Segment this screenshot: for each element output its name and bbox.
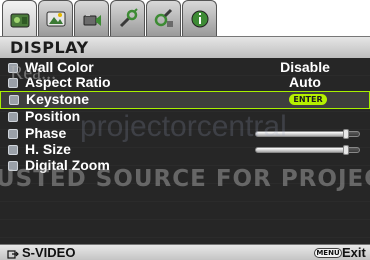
display-menu-icon <box>10 13 29 27</box>
menu-item-phase[interactable]: Phase <box>0 125 370 142</box>
menu-item-digital-zoom[interactable]: Digital Zoom <box>0 157 370 174</box>
phase-slider-knob[interactable] <box>343 129 350 139</box>
tab-setup[interactable] <box>110 0 145 36</box>
menu-panel: Wall Color Disable Aspect Ratio Auto Key… <box>0 58 370 244</box>
tab-display[interactable] <box>2 0 37 38</box>
tab-source[interactable] <box>74 0 109 36</box>
menu-item-position[interactable]: Position <box>0 108 370 125</box>
aspect-ratio-icon <box>8 78 18 88</box>
aspect-ratio-value[interactable]: Auto <box>255 74 355 90</box>
tab-picture[interactable] <box>38 0 73 36</box>
position-icon <box>8 112 18 122</box>
menu-item-label: H. Size <box>25 141 71 157</box>
menu-item-label: Phase <box>25 125 67 141</box>
h-size-slider-knob[interactable] <box>343 145 350 155</box>
menu-title-bar: DISPLAY <box>0 36 370 58</box>
phase-slider-fill <box>256 132 349 136</box>
menu-item-label: Aspect Ratio <box>25 74 111 90</box>
h-size-icon <box>8 145 18 155</box>
menu-item-label: Wall Color <box>25 59 94 75</box>
source-menu-icon <box>83 11 101 26</box>
source-input-icon <box>7 250 19 259</box>
h-size-slider[interactable] <box>255 145 360 155</box>
wall-color-icon <box>8 63 18 73</box>
menu-footer: S-VIDEO MENU Exit <box>0 244 370 260</box>
menu-item-aspect-ratio[interactable]: Aspect Ratio Auto <box>0 74 370 91</box>
tab-information[interactable] <box>182 0 217 36</box>
setup-menu-icon <box>119 7 138 27</box>
phase-slider[interactable] <box>255 129 360 139</box>
digital-zoom-icon <box>8 161 18 171</box>
tab-advanced-setup[interactable] <box>146 0 181 36</box>
keystone-icon <box>9 95 19 105</box>
projector-osd: DISPLAY Wall Color Disable Aspect Ratio … <box>0 0 370 260</box>
h-size-slider-fill <box>256 148 349 152</box>
picture-menu-icon <box>46 11 65 26</box>
menu-item-h-size[interactable]: H. Size <box>0 141 370 158</box>
current-source-label: S-VIDEO <box>22 245 76 260</box>
menu-item-label: Position <box>25 108 81 124</box>
information-menu-icon <box>191 10 208 27</box>
wall-color-value[interactable]: Disable <box>255 59 355 75</box>
exit-label[interactable]: Exit <box>342 245 366 260</box>
menu-title: DISPLAY <box>10 38 89 57</box>
menu-key-icon: MENU <box>314 248 342 258</box>
menu-item-label: Keystone <box>26 91 90 107</box>
enter-button[interactable]: ENTER <box>289 94 327 105</box>
advanced-setup-menu-icon <box>154 8 173 27</box>
menu-tab-row <box>2 0 218 38</box>
phase-icon <box>8 129 18 139</box>
menu-item-label: Digital Zoom <box>25 157 110 173</box>
menu-item-keystone[interactable]: Keystone ENTER <box>0 91 370 109</box>
